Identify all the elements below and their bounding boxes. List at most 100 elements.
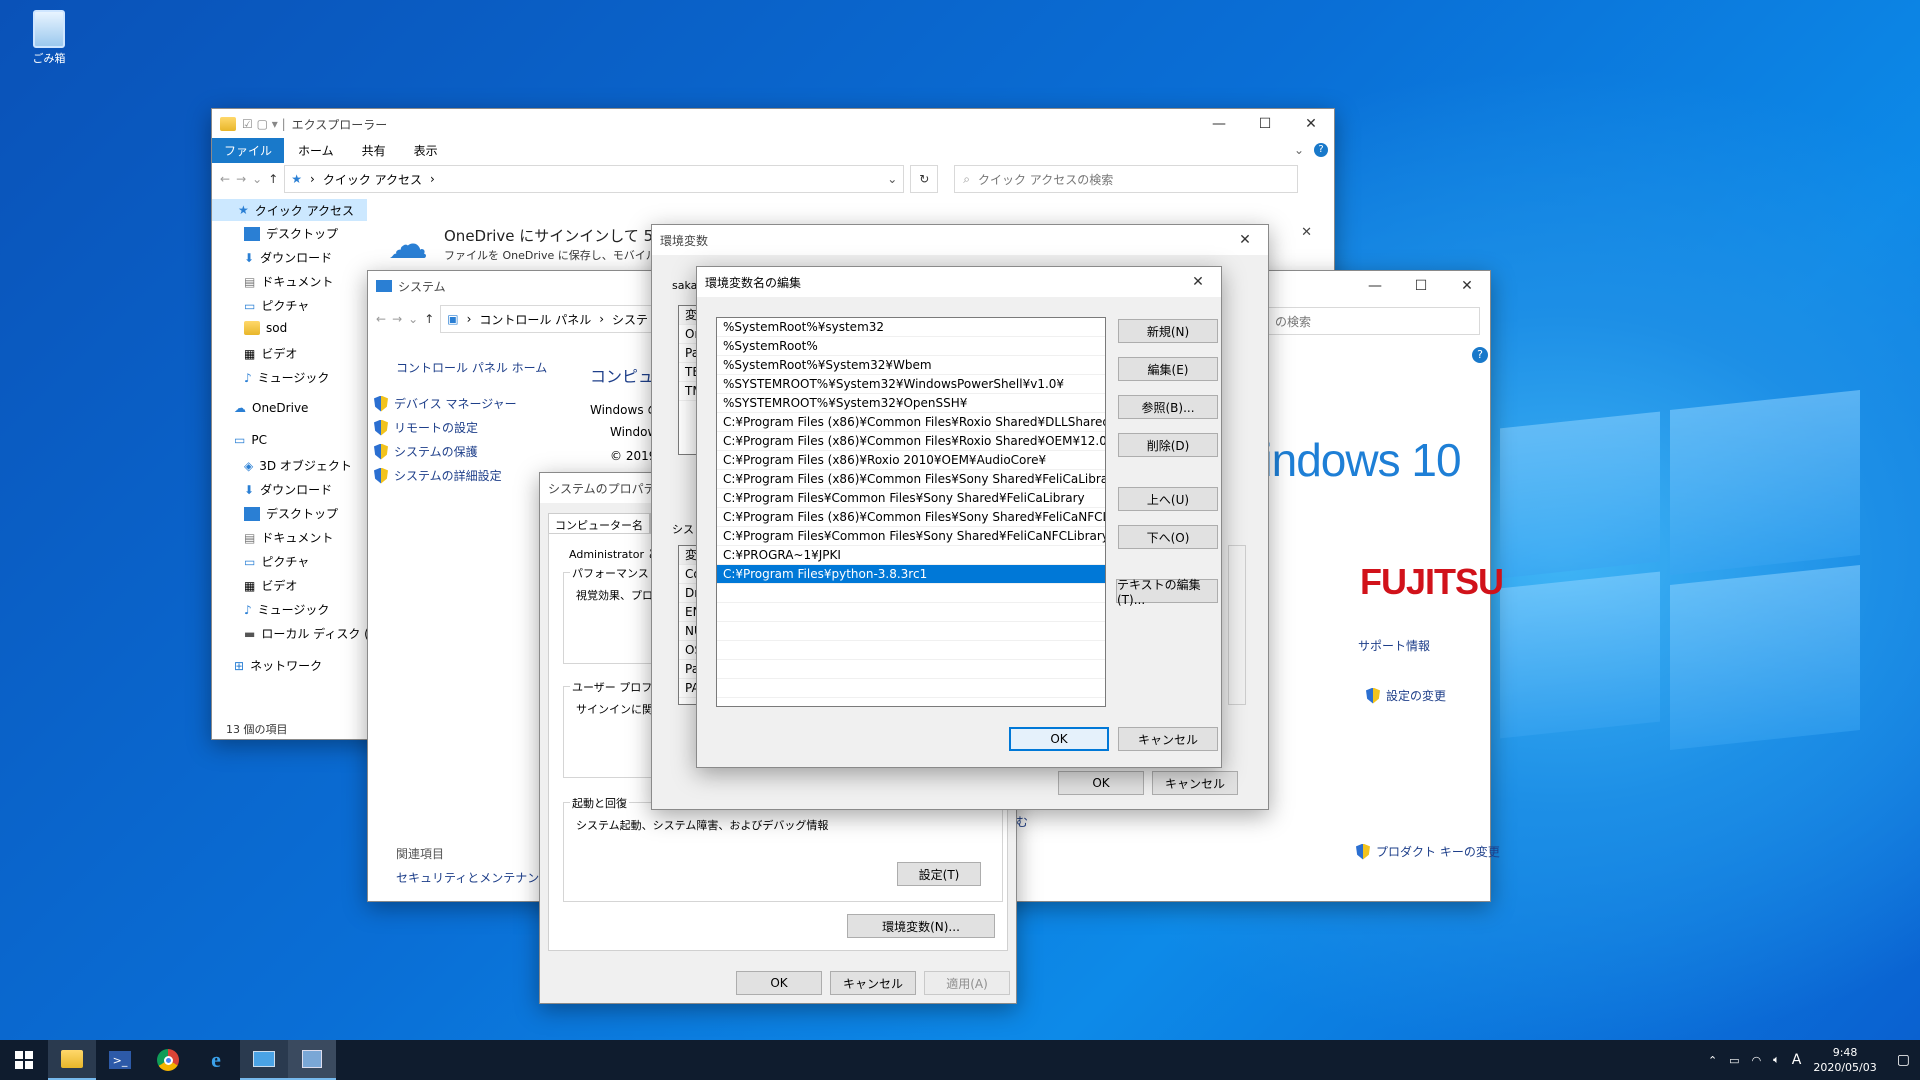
nav-item-quick-access[interactable]: ★ クイック アクセス (212, 199, 367, 221)
path-entry-row[interactable]: C:¥Program Files¥Common Files¥Sony Share… (717, 489, 1105, 508)
path-entry-row[interactable]: %SystemRoot%¥system32 (717, 318, 1105, 337)
minimize-button[interactable]: — (1196, 116, 1242, 132)
forward-icon[interactable]: → (236, 172, 246, 186)
link-remote-settings[interactable]: リモートの設定 (374, 419, 478, 436)
ime-indicator[interactable]: A (1792, 1052, 1802, 1068)
move-down-button[interactable]: 下へ(O) (1118, 525, 1218, 549)
notification-icon[interactable]: ▢ (1897, 1052, 1910, 1068)
chrome-icon[interactable] (144, 1040, 192, 1080)
environment-variables-button[interactable]: 環境変数(N)... (847, 914, 995, 938)
system-properties-icon[interactable] (288, 1040, 336, 1080)
close-button[interactable]: ✕ (1175, 274, 1221, 290)
wifi-icon[interactable]: ◠ (1752, 1054, 1762, 1067)
link-system-protection[interactable]: システムの保護 (374, 443, 478, 460)
editpath-ok-button[interactable]: OK (1009, 727, 1109, 751)
system-search-box[interactable]: の検索 (1268, 307, 1480, 335)
up-icon[interactable]: ↑ (268, 172, 278, 186)
sysprops-ok-button[interactable]: OK (736, 971, 822, 995)
path-entry-row[interactable]: C:¥PROGRA~1¥JPKI (717, 546, 1105, 565)
nav-item-desktop[interactable]: デスクトップ (244, 225, 338, 242)
windows-start-icon[interactable] (0, 1040, 48, 1080)
path-entry-row[interactable]: %SYSTEMROOT%¥System32¥WindowsPowerShell¥… (717, 375, 1105, 394)
path-entry-row[interactable]: %SystemRoot%¥System32¥Wbem (717, 356, 1105, 375)
refresh-button[interactable]: ↻ (910, 165, 939, 193)
change-product-key-link[interactable]: プロダクト キーの変更 (1356, 843, 1500, 860)
help-icon[interactable]: ? (1472, 347, 1488, 363)
nav-item-network[interactable]: ⊞ ネットワーク (234, 657, 322, 674)
path-entry-row[interactable]: C:¥Program Files (x86)¥Common Files¥Roxi… (717, 413, 1105, 432)
left-home-link[interactable]: コントロール パネル ホーム (396, 359, 547, 376)
minimize-button[interactable]: — (1352, 278, 1398, 294)
sysprops-apply-button[interactable]: 適用(A) (924, 971, 1010, 995)
close-button[interactable]: ✕ (1444, 278, 1490, 294)
chevron-up-icon[interactable]: ⌃ (1708, 1054, 1717, 1067)
browse-button[interactable]: 参照(B)... (1118, 395, 1218, 419)
sysprops-cancel-button[interactable]: キャンセル (830, 971, 916, 995)
nav-item-downloads[interactable]: ⬇ ダウンロード (244, 249, 332, 266)
path-entry-row[interactable]: %SystemRoot% (717, 337, 1105, 356)
up-icon[interactable]: ↑ (424, 312, 434, 326)
path-entry-row[interactable]: C:¥Program Files (x86)¥Common Files¥Sony… (717, 470, 1105, 489)
support-link[interactable]: サポート情報 (1358, 637, 1430, 654)
path-entry-row[interactable]: %SYSTEMROOT%¥System32¥OpenSSH¥ (717, 394, 1105, 413)
tab-file[interactable]: ファイル (212, 137, 285, 163)
file-explorer-icon[interactable] (48, 1040, 96, 1080)
link-advanced-settings[interactable]: システムの詳細設定 (374, 467, 502, 484)
nav-item-sod[interactable]: sod (244, 321, 287, 335)
maximize-button[interactable]: ☐ (1398, 278, 1444, 294)
nav-item-pictures-pc[interactable]: ▭ ピクチャ (244, 553, 309, 570)
new-button[interactable]: 新規(N) (1118, 319, 1218, 343)
system-vars-scrollbar[interactable] (1228, 545, 1246, 705)
volume-muted-icon[interactable]: 🔈︎ (1773, 1053, 1780, 1067)
ie-icon[interactable]: e (192, 1040, 240, 1080)
help-icon[interactable]: ? (1314, 143, 1328, 157)
tab-view[interactable]: 表示 (400, 138, 452, 163)
forward-icon[interactable]: → (392, 312, 402, 326)
powershell-icon[interactable]: >_ (96, 1040, 144, 1080)
path-entry-row[interactable]: C:¥Program Files¥Common Files¥Sony Share… (717, 527, 1105, 546)
nav-item-pc[interactable]: ▭ PC (234, 433, 267, 447)
banner-close-icon[interactable]: ✕ (1301, 225, 1312, 240)
nav-item-onedrive[interactable]: ☁ OneDrive (234, 401, 308, 415)
battery-icon[interactable]: ▭ (1729, 1054, 1739, 1067)
partial-link[interactable]: む (1016, 813, 1028, 830)
ribbon-expand-icon[interactable]: ⌄ (1294, 143, 1304, 157)
envvars-cancel-button[interactable]: キャンセル (1152, 771, 1238, 795)
breadcrumb-system[interactable]: システ (612, 311, 648, 328)
control-panel-icon[interactable] (240, 1040, 288, 1080)
envvars-ok-button[interactable]: OK (1058, 771, 1144, 795)
link-device-manager[interactable]: デバイス マネージャー (374, 395, 517, 412)
address-bar[interactable]: ★ › クイック アクセス › ⌄ (284, 165, 905, 193)
edit-text-button[interactable]: テキストの編集(T)... (1116, 578, 1218, 607)
recent-icon[interactable]: ⌄ (408, 312, 418, 326)
breadcrumb-control-panel[interactable]: コントロール パネル (479, 311, 591, 328)
related-link-security[interactable]: セキュリティとメンテナンス (396, 869, 551, 886)
path-entry-row[interactable]: C:¥Program Files (x86)¥Common Files¥Sony… (717, 508, 1105, 527)
nav-item-videos-pc[interactable]: ▦ ビデオ (244, 577, 297, 594)
close-button[interactable]: ✕ (1288, 116, 1334, 132)
recycle-bin-shortcut[interactable]: ごみ箱 (26, 10, 72, 66)
edit-button[interactable]: 編集(E) (1118, 357, 1218, 381)
path-entry-row[interactable]: C:¥Program Files¥python-3.8.3rc1 (717, 565, 1105, 584)
back-icon[interactable]: ← (376, 312, 386, 326)
dropdown-icon[interactable]: ⌄ (887, 172, 897, 186)
nav-item-local-disk[interactable]: ▬ ローカル ディスク (C:) (244, 625, 386, 642)
clock[interactable]: 9:48 2020/05/03 (1813, 1045, 1876, 1075)
nav-item-desktop-pc[interactable]: デスクトップ (244, 505, 338, 522)
recent-icon[interactable]: ⌄ (252, 172, 262, 186)
delete-button[interactable]: 削除(D) (1118, 433, 1218, 457)
nav-item-videos[interactable]: ▦ ビデオ (244, 345, 297, 362)
move-up-button[interactable]: 上へ(U) (1118, 487, 1218, 511)
nav-item-documents[interactable]: ▤ ドキュメント (244, 273, 333, 290)
nav-item-music[interactable]: ♪ ミュージック (244, 369, 329, 386)
nav-item-3d-objects[interactable]: ◈ 3D オブジェクト (244, 457, 352, 474)
tab-share[interactable]: 共有 (348, 138, 400, 163)
maximize-button[interactable]: ☐ (1242, 116, 1288, 132)
nav-item-documents-pc[interactable]: ▤ ドキュメント (244, 529, 333, 546)
editpath-cancel-button[interactable]: キャンセル (1118, 727, 1218, 751)
path-entry-row[interactable]: C:¥Program Files (x86)¥Common Files¥Roxi… (717, 432, 1105, 451)
change-settings-link[interactable]: 設定の変更 (1366, 687, 1446, 704)
quick-properties-icon[interactable]: ☑ ▢ ▾ | (242, 117, 286, 131)
nav-item-pictures[interactable]: ▭ ピクチャ (244, 297, 309, 314)
nav-item-music-pc[interactable]: ♪ ミュージック (244, 601, 329, 618)
